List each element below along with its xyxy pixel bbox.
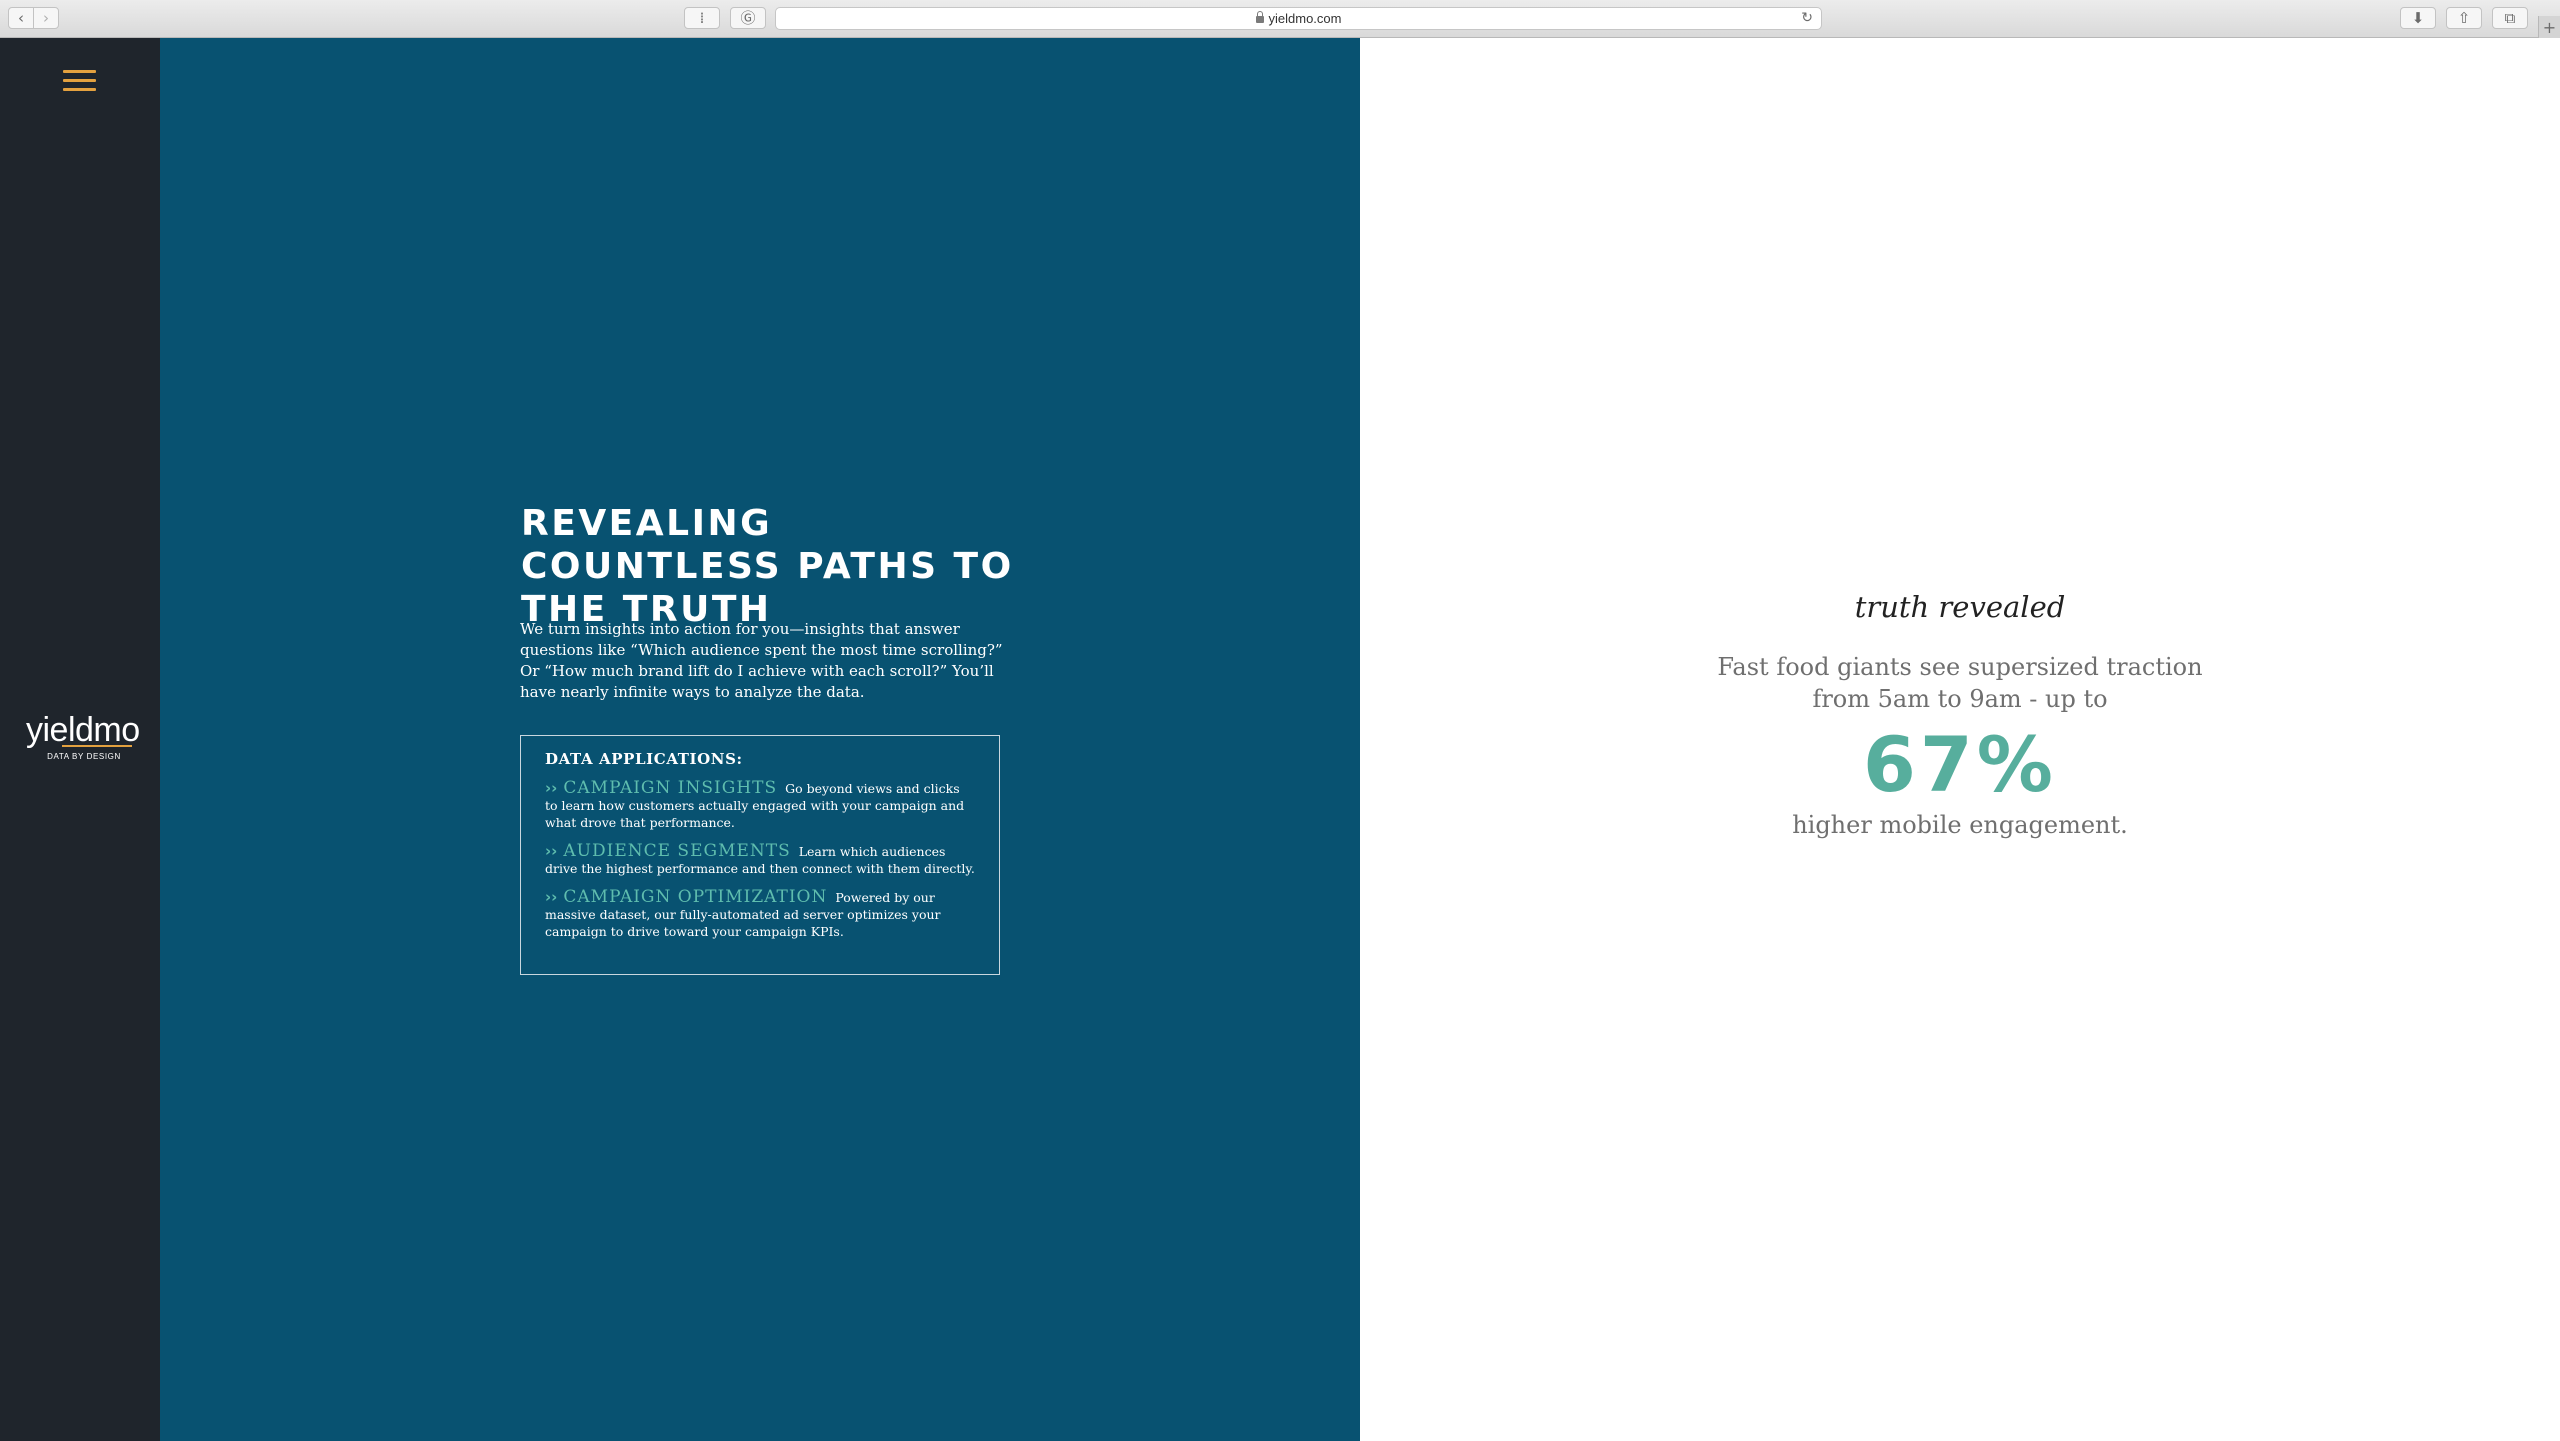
site-sidebar: yieldmo DATA BY DESIGN [0,38,160,1441]
hero-headline: REVEALING COUNTLESS PATHS TO THE TRUTH [521,503,1014,630]
back-button[interactable]: ‹ [8,7,34,29]
plus-icon: + [2542,17,2557,37]
double-chevron-icon: ›› [545,779,558,797]
list-item: ›› CAMPAIGN INSIGHTS Go beyond views and … [545,780,975,831]
downloads-button[interactable]: ⬇ [2400,7,2436,29]
url-text: yieldmo.com [1268,11,1342,26]
browser-toolbar: ‹ › ⁞ Ⓖ yieldmo.com ↻ ⬇ ⇧ ⧉ + [0,0,2560,1441]
tab-overview-button[interactable]: ⧉ [2492,7,2528,29]
stat-text: Fast food giants see supersized traction… [1717,653,2203,713]
stat-callout: truth revealed Fast food giants see supe… [1700,589,2220,841]
address-bar[interactable]: yieldmo.com ↻ [775,7,1822,30]
stat-number: 67% [1863,720,2057,809]
back-chevron-icon: ‹ [18,8,24,27]
grammarly-icon: Ⓖ [740,8,756,27]
application-name: CAMPAIGN OPTIMIZATION [563,887,828,907]
stat-kicker: truth revealed [1854,590,2066,624]
share-icon: ⇧ [2457,8,2471,27]
stat-tail: higher mobile engagement. [1792,811,2128,839]
data-applications-box: DATA APPLICATIONS: ›› CAMPAIGN INSIGHTS G… [520,735,1000,975]
application-name: AUDIENCE SEGMENTS [563,841,791,861]
forward-button[interactable]: › [33,7,59,29]
forward-chevron-icon: › [43,8,49,27]
logo-tagline: DATA BY DESIGN [47,752,121,761]
logo-wordmark: yieldmo [26,711,140,749]
hamburger-menu-icon[interactable] [63,70,96,92]
lock-icon [1255,11,1264,23]
grammarly-button[interactable]: Ⓖ [730,7,766,29]
hero-intro: We turn insights into action for you—ins… [520,620,1003,701]
double-chevron-icon: ›› [545,888,558,906]
reload-icon[interactable]: ↻ [1801,10,1813,26]
double-chevron-icon: ›› [545,842,558,860]
download-icon: ⬇ [2411,8,2425,27]
yieldmo-logo[interactable]: yieldmo DATA BY DESIGN [26,712,140,761]
extension-icon: ⁞ [699,8,705,27]
application-name: CAMPAIGN INSIGHTS [563,778,778,798]
extension-button[interactable]: ⁞ [684,7,720,29]
new-tab-button[interactable]: + [2538,16,2560,38]
share-button[interactable]: ⇧ [2446,7,2482,29]
data-applications-title: DATA APPLICATIONS: [545,750,743,768]
list-item: ›› AUDIENCE SEGMENTS Learn which audience… [545,843,975,877]
tab-overview-icon: ⧉ [2504,8,2516,27]
hero-panel: REVEALING COUNTLESS PATHS TO THE TRUTH W… [160,38,1360,1441]
list-item: ›› CAMPAIGN OPTIMIZATION Powered by our m… [545,889,975,940]
